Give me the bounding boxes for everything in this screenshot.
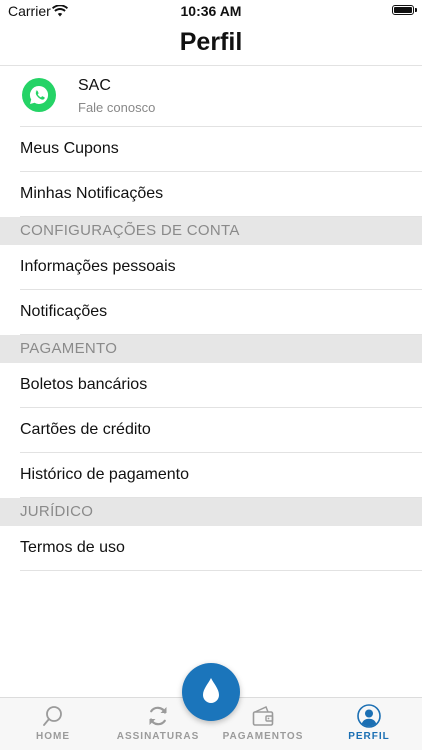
sac-subtitle: Fale conosco	[78, 100, 156, 115]
wallet-icon	[251, 704, 275, 733]
search-icon	[41, 704, 65, 733]
menu-item-terms-of-use[interactable]: Termos de uso	[20, 526, 422, 571]
tab-home-label: HOME	[36, 731, 70, 742]
menu-item-coupons[interactable]: Meus Cupons	[20, 127, 422, 172]
menu-item-payment-history[interactable]: Histórico de pagamento	[20, 453, 422, 498]
whatsapp-icon	[22, 78, 56, 112]
tab-subscriptions-label: ASSINATURAS	[116, 731, 200, 742]
tab-profile-label: PERFIL	[348, 731, 390, 742]
battery-icon	[392, 5, 417, 15]
center-action-button[interactable]	[182, 663, 240, 721]
refresh-icon	[146, 704, 170, 733]
menu-item-credit-cards[interactable]: Cartões de crédito	[20, 408, 422, 453]
sac-title: SAC	[78, 77, 111, 94]
section-header-account: CONFIGURAÇÕES DE CONTA	[0, 217, 422, 245]
sac-contact-row[interactable]: SAC Fale conosco	[20, 66, 422, 127]
tab-payments-label: PAGAMENTOS	[222, 731, 304, 742]
user-icon	[357, 704, 381, 733]
section-header-payment: PAGAMENTO	[0, 335, 422, 363]
menu-item-personal-info[interactable]: Informações pessoais	[20, 245, 422, 290]
page-title: Perfil	[179, 28, 243, 56]
profile-menu-list: SAC Fale conosco Meus Cupons Minhas Noti…	[0, 66, 422, 571]
menu-item-notifications[interactable]: Notificações	[20, 290, 422, 335]
menu-item-my-notifications[interactable]: Minhas Notificações	[20, 172, 422, 217]
status-time: 10:36 AM	[180, 3, 242, 19]
status-bar: Carrier 10:36 AM	[0, 0, 422, 22]
section-header-legal: JURÍDICO	[0, 498, 422, 526]
tab-profile[interactable]: PERFIL	[319, 698, 419, 750]
tab-home[interactable]: HOME	[3, 698, 103, 750]
water-drop-icon	[203, 678, 219, 703]
menu-item-bank-slips[interactable]: Boletos bancários	[20, 363, 422, 408]
